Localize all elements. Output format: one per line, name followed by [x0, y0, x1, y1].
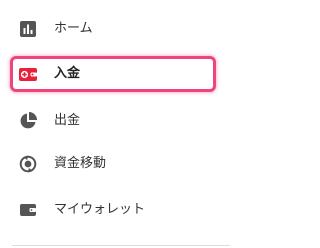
side-menu: ホーム 入金 出金 資金移動 マイウォレット — [0, 0, 246, 248]
wallet-icon — [18, 200, 38, 220]
menu-item-withdraw-label: 出金 — [54, 113, 81, 128]
menu-item-deposit-label: 入金 — [54, 66, 81, 81]
menu-item-deposit[interactable]: 入金 — [10, 56, 216, 92]
menu-item-fund-transfer-label: 資金移動 — [54, 156, 107, 171]
deposit-wallet-icon — [18, 64, 38, 84]
menu-item-home-label: ホーム — [54, 21, 93, 36]
menu-item-withdraw[interactable]: 出金 — [10, 103, 216, 139]
bar-chart-icon — [18, 19, 38, 39]
menu-item-my-wallet-label: マイウォレット — [54, 202, 146, 217]
transfer-icon — [18, 154, 38, 174]
menu-item-home[interactable]: ホーム — [10, 11, 216, 47]
menu-item-my-wallet[interactable]: マイウォレット — [10, 192, 216, 228]
menu-item-fund-transfer[interactable]: 資金移動 — [10, 146, 216, 182]
pie-chart-icon — [18, 111, 38, 131]
menu-divider — [12, 245, 230, 246]
